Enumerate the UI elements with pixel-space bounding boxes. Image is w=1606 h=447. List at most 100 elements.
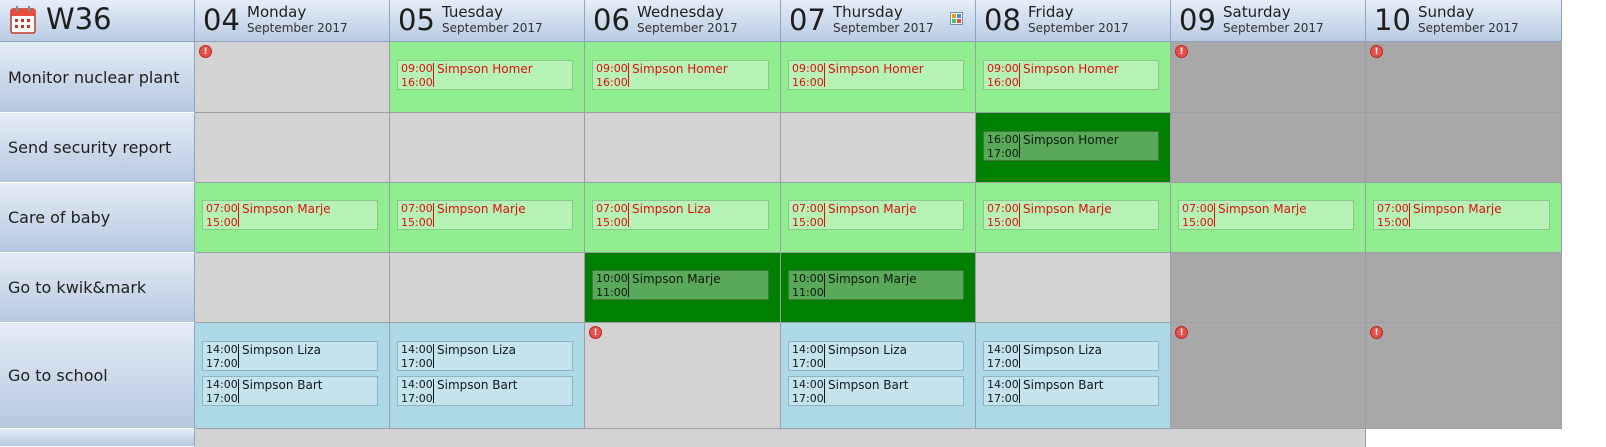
assignee-name: Simpson Liza	[242, 343, 321, 357]
day-number: 10	[1374, 3, 1411, 37]
day-header-friday[interactable]: 08 Friday September 2017	[976, 0, 1171, 42]
assignee-name: Simpson Bart	[242, 378, 323, 392]
start-time: 09:00	[596, 62, 628, 75]
appointment[interactable]: 14:00 17:00 Simpson Bart	[788, 376, 964, 406]
schedule-cell[interactable]	[1171, 113, 1366, 183]
appointment[interactable]: 14:00 17:00 Simpson Bart	[202, 376, 378, 406]
day-header-monday[interactable]: 04 Monday September 2017	[195, 0, 390, 42]
warning-icon[interactable]: !	[199, 45, 212, 58]
warning-icon[interactable]: !	[589, 326, 602, 339]
end-time: 16:00	[792, 76, 824, 89]
start-time: 10:00	[792, 272, 824, 285]
schedule-cell[interactable]	[390, 253, 585, 323]
schedule-cell[interactable]	[390, 113, 585, 183]
appointment[interactable]: 09:00 16:00 Simpson Homer	[788, 60, 964, 90]
schedule-cell[interactable]: 07:00 15:00 Simpson Marje	[1171, 183, 1366, 253]
schedule-cell[interactable]: !	[1366, 42, 1562, 113]
appointment[interactable]: 14:00 17:00 Simpson Liza	[202, 341, 378, 371]
start-time: 10:00	[596, 272, 628, 285]
assignee-name: Simpson Marje	[828, 202, 917, 216]
schedule-cell[interactable]: 16:00 17:00 Simpson Homer	[976, 113, 1171, 183]
schedule-cell[interactable]: !	[1171, 42, 1366, 113]
day-header-sunday[interactable]: 10 Sunday September 2017	[1366, 0, 1562, 42]
end-time: 15:00	[206, 216, 238, 229]
day-header-thursday[interactable]: 07 Thursday September 2017	[781, 0, 976, 42]
time-separator	[433, 344, 434, 368]
appointment[interactable]: 07:00 15:00 Simpson Marje	[202, 200, 378, 230]
assignee-name: Simpson Marje	[1413, 202, 1502, 216]
schedule-cell[interactable]: 14:00 17:00 Simpson Liza 14:00 17:00 Simpson …	[195, 323, 390, 429]
task-label[interactable]: Monitor nuclear plant	[0, 42, 195, 113]
appointment[interactable]: 07:00 15:00 Simpson Marje	[1373, 200, 1550, 230]
appointment[interactable]: 14:00 17:00 Simpson Bart	[397, 376, 573, 406]
day-view-icon[interactable]	[950, 12, 963, 25]
schedule-cell[interactable]	[976, 253, 1171, 323]
appointment[interactable]: 07:00 15:00 Simpson Liza	[592, 200, 769, 230]
assignee-name: Simpson Liza	[828, 343, 907, 357]
schedule-cell[interactable]	[1366, 113, 1562, 183]
schedule-cell[interactable]: !	[585, 323, 781, 429]
schedule-cell[interactable]: 07:00 15:00 Simpson Marje	[1366, 183, 1562, 253]
schedule-cell[interactable]	[195, 253, 390, 323]
schedule-cell[interactable]: !	[1171, 323, 1366, 429]
calendar-icon[interactable]	[10, 5, 36, 34]
appointment[interactable]: 14:00 17:00 Simpson Bart	[983, 376, 1159, 406]
schedule-cell[interactable]	[585, 113, 781, 183]
start-time: 09:00	[987, 62, 1019, 75]
appointment[interactable]: 07:00 15:00 Simpson Marje	[788, 200, 964, 230]
day-header-saturday[interactable]: 09 Saturday September 2017	[1171, 0, 1366, 42]
appointment[interactable]: 07:00 15:00 Simpson Marje	[983, 200, 1159, 230]
warning-icon[interactable]: !	[1175, 45, 1188, 58]
schedule-cell[interactable]: 10:00 11:00 Simpson Marje	[585, 253, 781, 323]
warning-icon[interactable]: !	[1370, 45, 1383, 58]
appointment[interactable]: 16:00 17:00 Simpson Homer	[983, 131, 1159, 161]
schedule-cell[interactable]	[195, 113, 390, 183]
appointment[interactable]: 14:00 17:00 Simpson Liza	[788, 341, 964, 371]
schedule-cell[interactable]: 07:00 15:00 Simpson Liza	[585, 183, 781, 253]
start-time: 14:00	[987, 343, 1019, 356]
schedule-cell[interactable]: 09:00 16:00 Simpson Homer	[390, 42, 585, 113]
schedule-cell[interactable]: 14:00 17:00 Simpson Liza 14:00 17:00 Simpson …	[976, 323, 1171, 429]
schedule-cell[interactable]	[1171, 253, 1366, 323]
schedule-cell[interactable]: 07:00 15:00 Simpson Marje	[390, 183, 585, 253]
appointment[interactable]: 09:00 16:00 Simpson Homer	[983, 60, 1159, 90]
appointment[interactable]: 10:00 11:00 Simpson Marje	[592, 270, 769, 300]
appointment[interactable]: 07:00 15:00 Simpson Marje	[397, 200, 573, 230]
start-time: 07:00	[1182, 202, 1214, 215]
assignee-name: Simpson Marje	[1218, 202, 1307, 216]
schedule-cell[interactable]	[781, 113, 976, 183]
task-label[interactable]: Go to kwik&mark	[0, 253, 195, 323]
schedule-cell[interactable]: 10:00 11:00 Simpson Marje	[781, 253, 976, 323]
appointment[interactable]: 14:00 17:00 Simpson Liza	[397, 341, 573, 371]
appointment[interactable]: 07:00 15:00 Simpson Marje	[1178, 200, 1354, 230]
schedule-cell[interactable]: 07:00 15:00 Simpson Marje	[195, 183, 390, 253]
task-label[interactable]: Send security report	[0, 113, 195, 183]
task-label[interactable]: Care of baby	[0, 183, 195, 253]
start-time: 09:00	[792, 62, 824, 75]
schedule-cell[interactable]: 09:00 16:00 Simpson Homer	[781, 42, 976, 113]
appointment[interactable]: 10:00 11:00 Simpson Marje	[788, 270, 964, 300]
appointment[interactable]: 14:00 17:00 Simpson Liza	[983, 341, 1159, 371]
schedule-cell[interactable]	[1366, 253, 1562, 323]
task-label[interactable]: Go to school	[0, 323, 195, 429]
time-separator	[1019, 344, 1020, 368]
schedule-cell[interactable]: 07:00 15:00 Simpson Marje	[781, 183, 976, 253]
time-separator	[433, 203, 434, 227]
appointment[interactable]: 09:00 16:00 Simpson Homer	[592, 60, 769, 90]
schedule-cell[interactable]: 14:00 17:00 Simpson Liza 14:00 17:00 Simpson …	[781, 323, 976, 429]
schedule-cell[interactable]: 07:00 15:00 Simpson Marje	[976, 183, 1171, 253]
schedule-cell[interactable]: !	[1366, 323, 1562, 429]
start-time: 14:00	[401, 343, 433, 356]
schedule-cell[interactable]: 09:00 16:00 Simpson Homer	[976, 42, 1171, 113]
month-year: September 2017	[1418, 21, 1519, 35]
day-header-wednesday[interactable]: 06 Wednesday September 2017	[585, 0, 781, 42]
warning-icon[interactable]: !	[1175, 326, 1188, 339]
schedule-cell[interactable]: 09:00 16:00 Simpson Homer	[585, 42, 781, 113]
schedule-cell[interactable]: 14:00 17:00 Simpson Liza 14:00 17:00 Simpson …	[390, 323, 585, 429]
appointment[interactable]: 09:00 16:00 Simpson Homer	[397, 60, 573, 90]
next-row-label	[0, 429, 195, 447]
schedule-cell[interactable]: !	[195, 42, 390, 113]
warning-icon[interactable]: !	[1370, 326, 1383, 339]
day-header-tuesday[interactable]: 05 Tuesday September 2017	[390, 0, 585, 42]
assignee-name: Simpson Liza	[437, 343, 516, 357]
